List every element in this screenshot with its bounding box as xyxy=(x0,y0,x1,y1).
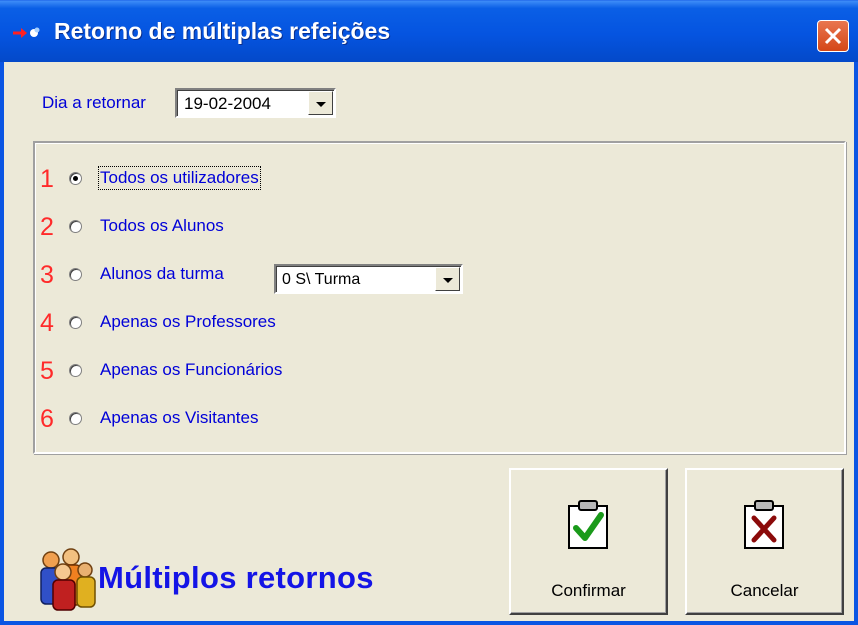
date-label: Dia a retornar xyxy=(42,93,146,112)
option-row-5[interactable]: 5 Apenas os Funcionários xyxy=(40,356,540,386)
confirm-button[interactable]: Confirmar xyxy=(509,468,668,615)
option-label[interactable]: Apenas os Visitantes xyxy=(100,408,258,428)
option-row-6[interactable]: 6 Apenas os Visitantes xyxy=(40,404,540,434)
option-number: 6 xyxy=(40,405,54,433)
radio-todos-alunos[interactable] xyxy=(69,220,82,233)
radio-apenas-visitantes[interactable] xyxy=(69,412,82,425)
radio-apenas-funcionarios[interactable] xyxy=(69,364,82,377)
window-title: Retorno de múltiplas refeições xyxy=(54,18,391,44)
option-label[interactable]: Apenas os Professores xyxy=(100,312,276,332)
option-number: 1 xyxy=(40,165,54,193)
option-number: 3 xyxy=(40,261,54,289)
option-label[interactable]: Todos os utilizadores xyxy=(98,166,261,190)
confirm-button-label: Confirmar xyxy=(551,581,626,600)
radio-alunos-turma[interactable] xyxy=(69,268,82,281)
date-value: 19-02-2004 xyxy=(184,94,271,113)
clipboard-check-icon xyxy=(568,500,608,549)
clipboard-x-icon xyxy=(744,500,784,549)
date-select[interactable]: 19-02-2004 xyxy=(175,88,336,118)
title-bar[interactable]: Retorno de múltiplas refeições xyxy=(0,0,858,62)
option-label[interactable]: Apenas os Funcionários xyxy=(100,360,282,380)
option-row-2[interactable]: 2 Todos os Alunos xyxy=(40,212,540,242)
close-icon xyxy=(824,27,842,45)
option-number: 5 xyxy=(40,357,54,385)
option-number: 4 xyxy=(40,309,54,337)
date-dropdown-button[interactable] xyxy=(308,91,333,115)
radio-apenas-professores[interactable] xyxy=(69,316,82,329)
radio-selected-dot xyxy=(73,176,78,181)
users-group-icon xyxy=(37,548,99,612)
turma-select[interactable]: 0 S\ Turma xyxy=(274,264,463,294)
option-row-1[interactable]: 1 Todos os utilizadores xyxy=(40,164,540,194)
radio-todos-utilizadores[interactable] xyxy=(69,172,82,185)
turma-value: 0 S\ Turma xyxy=(282,271,361,288)
app-icon xyxy=(12,25,44,41)
close-button[interactable] xyxy=(817,20,849,52)
logo-text: Múltiplos retornos xyxy=(98,560,374,595)
option-row-4[interactable]: 4 Apenas os Professores xyxy=(40,308,540,338)
turma-dropdown-button[interactable] xyxy=(435,267,460,291)
option-label[interactable]: Alunos da turma xyxy=(100,264,224,284)
cancel-button-label: Cancelar xyxy=(730,581,799,600)
cancel-button[interactable]: Cancelar xyxy=(685,468,844,615)
option-label[interactable]: Todos os Alunos xyxy=(100,216,224,236)
dialog-window: Retorno de múltiplas refeições Dia a ret… xyxy=(0,0,858,625)
option-number: 2 xyxy=(40,213,54,241)
